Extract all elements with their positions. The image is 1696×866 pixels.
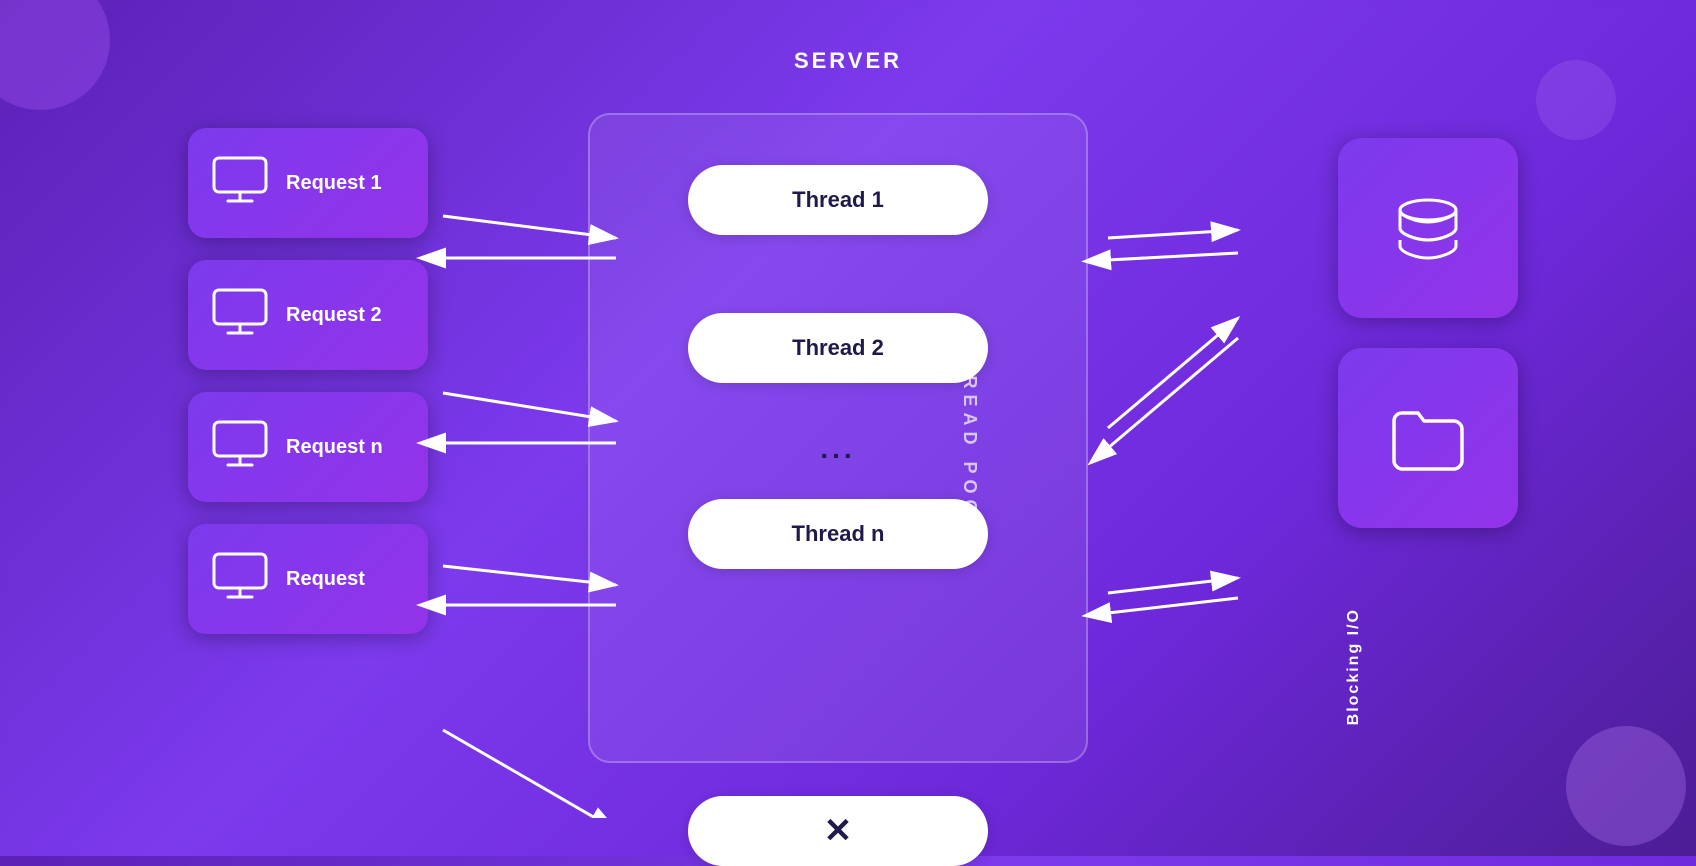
request-card-2: Request 2 [188, 260, 428, 370]
server-label: SERVER [794, 48, 902, 74]
thread-row-1: Thread 1 [620, 165, 1056, 235]
rejected-symbol: ✕ [824, 811, 853, 851]
requests-column: Request 1 Request 2 Request n [188, 128, 428, 634]
thread-pool-label: THREAD POOL [959, 339, 980, 536]
arrow-t2-to-db [1108, 318, 1238, 428]
decorative-blob-br [1566, 726, 1686, 846]
folder-icon [1388, 403, 1468, 473]
blocking-io-label: Blocking I/O [1345, 608, 1363, 725]
arrow-db-to-t2 [1108, 338, 1238, 448]
decorative-blob-tr [1536, 60, 1616, 140]
resources-column [1338, 138, 1518, 528]
ellipsis: ... [820, 433, 855, 465]
arrow-t1-to-db [1108, 230, 1238, 238]
arrow-tn-to-folder [1108, 578, 1238, 593]
folder-card [1338, 348, 1518, 528]
dots-row: ... [620, 429, 1056, 469]
database-icon [1388, 188, 1468, 268]
server-box: Thread 1 Thread 2 ... Thread n THREAD PO… [588, 113, 1088, 763]
thread-row-2: Thread 2 [620, 313, 1056, 383]
thread-pill-2: Thread 2 [688, 313, 988, 383]
request-label-2: Request 2 [286, 304, 382, 327]
monitor-icon-2 [212, 288, 268, 343]
thread-row-n: Thread n [620, 499, 1056, 569]
diagram-container: SERVER Request 1 Request 2 [148, 38, 1548, 818]
arrow-folder-to-tn [1108, 598, 1238, 613]
request-label-n: Request n [286, 436, 383, 459]
monitor-icon-rejected [212, 552, 268, 607]
request-card-1: Request 1 [188, 128, 428, 238]
decorative-blob-tl [0, 0, 110, 110]
thread-pill-n: Thread n [688, 499, 988, 569]
request-card-n: Request n [188, 392, 428, 502]
request-card-rejected: Request [188, 524, 428, 634]
monitor-icon-n [212, 420, 268, 475]
database-card [1338, 138, 1518, 318]
request-label-1: Request 1 [286, 172, 382, 195]
thread-pill-1: Thread 1 [688, 165, 988, 235]
monitor-icon-1 [212, 156, 268, 211]
arrow-db-to-t1 [1108, 253, 1238, 260]
request-label-rejected: Request [286, 568, 365, 591]
